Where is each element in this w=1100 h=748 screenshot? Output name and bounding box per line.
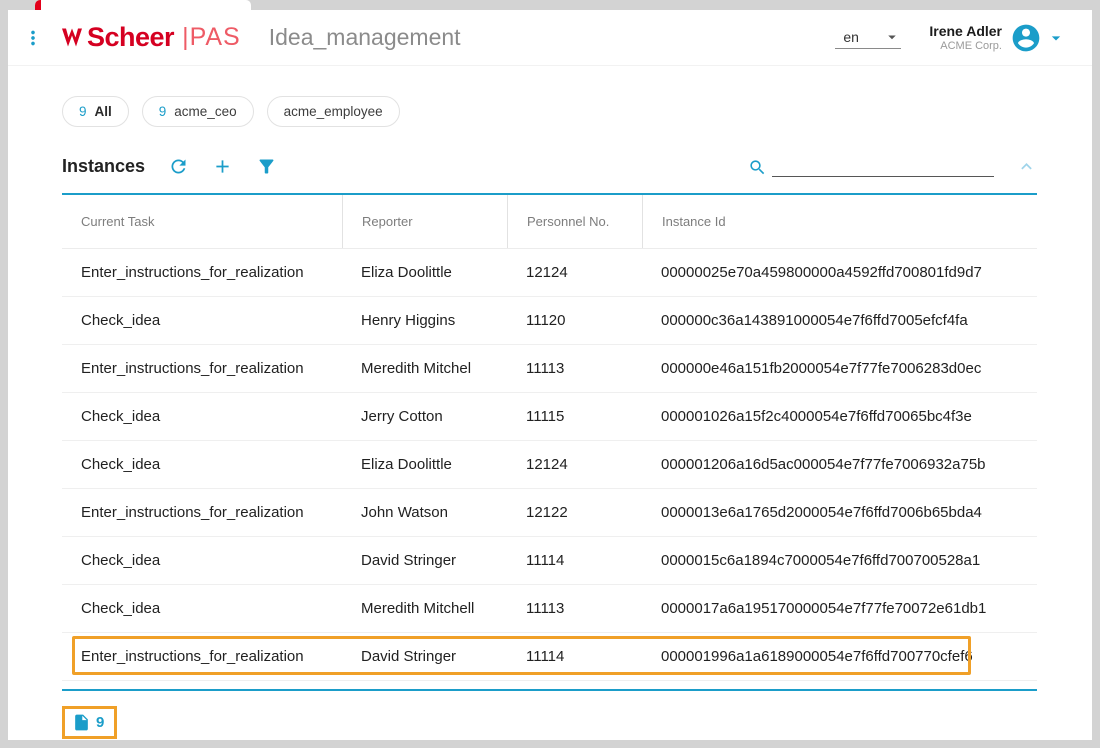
cell-instance-id: 0000015c6a1894c7000054e7f6ffd700700528a1	[642, 552, 1037, 569]
cell-instance-id: 000001026a15f2c4000054e7f6ffd70065bc4f3e	[642, 408, 1037, 425]
scheer-pas-logo: Scheer | PAS	[60, 22, 241, 53]
instance-count-box: 9	[62, 706, 117, 739]
chip-all-count: 9	[79, 104, 87, 119]
cell-instance-id: 000000e46a151fb2000054e7f77fe7006283d0ec	[642, 360, 1037, 377]
cell-current-task: Enter_instructions_for_realization	[62, 360, 342, 377]
cell-current-task: Check_idea	[62, 408, 342, 425]
cell-instance-id: 000001206a16d5ac000054e7f77fe7006932a75b	[642, 456, 1037, 473]
filter-chips: 9 All 9 acme_ceo acme_employee	[62, 96, 1037, 127]
cell-reporter: Meredith Mitchel	[342, 360, 507, 377]
cell-personnel-no: 11115	[507, 408, 642, 425]
cell-current-task: Check_idea	[62, 456, 342, 473]
add-instance-button[interactable]	[212, 156, 233, 177]
instances-toolbar: Instances	[62, 155, 1037, 177]
cell-current-task: Enter_instructions_for_realization	[62, 648, 342, 665]
table-row[interactable]: Enter_instructions_for_realization Eliza…	[62, 249, 1037, 297]
cell-current-task: Enter_instructions_for_realization	[62, 504, 342, 521]
table-row-highlighted[interactable]: Enter_instructions_for_realization David…	[62, 633, 1037, 681]
account-avatar-icon[interactable]	[1010, 22, 1042, 54]
cell-reporter: David Stringer	[342, 648, 507, 665]
cell-personnel-no: 12122	[507, 504, 642, 521]
cell-reporter: David Stringer	[342, 552, 507, 569]
column-header-instance-id[interactable]: Instance Id	[642, 195, 1037, 248]
table-row[interactable]: Check_idea David Stringer 11114 0000015c…	[62, 537, 1037, 585]
brand-separator: |	[182, 23, 189, 52]
browser-tab	[35, 0, 251, 10]
cell-reporter: Henry Higgins	[342, 312, 507, 329]
cell-reporter: Eliza Doolittle	[342, 456, 507, 473]
search-icon[interactable]	[748, 158, 767, 177]
column-header-current-task[interactable]: Current Task	[62, 195, 342, 248]
cell-current-task: Enter_instructions_for_realization	[62, 264, 342, 281]
user-organization: ACME Corp.	[929, 40, 1002, 53]
brand-suffix: PAS	[190, 23, 241, 52]
chip-acme-employee[interactable]: acme_employee	[267, 96, 400, 127]
cell-instance-id: 00000025e70a459800000a4592ffd700801fd9d7	[642, 264, 1037, 281]
section-title: Instances	[62, 156, 145, 177]
tab-accent-mark	[35, 0, 41, 10]
cell-current-task: Check_idea	[62, 600, 342, 617]
document-icon	[72, 713, 91, 732]
cell-instance-id: 0000013e6a1765d2000054e7f6ffd7006b65bda4	[642, 504, 1037, 521]
cell-reporter: Eliza Doolittle	[342, 264, 507, 281]
cell-reporter: Meredith Mitchell	[342, 600, 507, 617]
table-row[interactable]: Enter_instructions_for_realization Mered…	[62, 345, 1037, 393]
language-value: en	[843, 29, 859, 45]
table-row[interactable]: Enter_instructions_for_realization John …	[62, 489, 1037, 537]
table-row[interactable]: Check_idea Eliza Doolittle 12124 0000012…	[62, 441, 1037, 489]
refresh-button[interactable]	[168, 156, 189, 177]
chevron-up-icon	[1016, 156, 1037, 177]
refresh-icon	[168, 156, 189, 177]
chip-all[interactable]: 9 All	[62, 96, 129, 127]
cell-instance-id: 000000c36a143891000054e7f6ffd7005efcf4fa	[642, 312, 1037, 329]
page-title: Idea_management	[269, 24, 461, 51]
user-name: Irene Adler	[929, 23, 1002, 40]
cell-reporter: Jerry Cotton	[342, 408, 507, 425]
app-window: Scheer | PAS Idea_management en Irene Ad…	[8, 10, 1092, 740]
table-footer: 9	[62, 706, 1037, 739]
chip-acme-ceo[interactable]: 9 acme_ceo	[142, 96, 254, 127]
chip-all-label: All	[95, 104, 112, 119]
column-header-personnel-no[interactable]: Personnel No.	[507, 195, 642, 248]
language-select[interactable]: en	[835, 26, 901, 49]
user-info: Irene Adler ACME Corp.	[929, 23, 1002, 53]
cell-personnel-no: 11113	[507, 600, 642, 617]
search-input[interactable]	[772, 155, 994, 177]
table-bottom-divider	[62, 689, 1037, 691]
cell-personnel-no: 12124	[507, 264, 642, 281]
filter-button[interactable]	[256, 156, 277, 177]
cell-personnel-no: 11114	[507, 648, 642, 665]
chip-acme-ceo-label: acme_ceo	[174, 104, 236, 119]
cell-personnel-no: 12124	[507, 456, 642, 473]
table-row[interactable]: Check_idea Meredith Mitchell 11113 00000…	[62, 585, 1037, 633]
cell-personnel-no: 11120	[507, 312, 642, 329]
column-header-reporter[interactable]: Reporter	[342, 195, 507, 248]
table-row[interactable]: Check_idea Jerry Cotton 11115 000001026a…	[62, 393, 1037, 441]
user-menu-chevron-down-icon[interactable]	[1046, 28, 1066, 48]
search-area	[748, 155, 994, 177]
cell-personnel-no: 11113	[507, 360, 642, 377]
header-right: en Irene Adler ACME Corp.	[835, 22, 1066, 54]
kebab-menu-icon[interactable]	[22, 27, 44, 49]
app-header: Scheer | PAS Idea_management en Irene Ad…	[8, 10, 1092, 66]
table-row[interactable]: Check_idea Henry Higgins 11120 000000c36…	[62, 297, 1037, 345]
chip-acme-employee-label: acme_employee	[284, 104, 383, 119]
cell-instance-id: 000001996a1a6189000054e7f6ffd700770cfef6	[642, 648, 1037, 665]
plus-icon	[212, 156, 233, 177]
cell-instance-id: 0000017a6a195170000054e7f77fe70072e61db1	[642, 600, 1037, 617]
user-menu: Irene Adler ACME Corp.	[929, 22, 1066, 54]
chip-acme-ceo-count: 9	[159, 104, 167, 119]
collapse-panel-button[interactable]	[1016, 156, 1037, 177]
cell-reporter: John Watson	[342, 504, 507, 521]
funnel-icon	[256, 156, 277, 177]
instance-count: 9	[96, 714, 104, 731]
table-header-row: Current Task Reporter Personnel No. Inst…	[62, 195, 1037, 249]
scheer-logo-mark-icon	[60, 27, 84, 48]
chevron-down-icon	[883, 28, 901, 46]
cell-current-task: Check_idea	[62, 312, 342, 329]
cell-current-task: Check_idea	[62, 552, 342, 569]
cell-personnel-no: 11114	[507, 552, 642, 569]
brand-name: Scheer	[87, 22, 174, 53]
instances-table: Current Task Reporter Personnel No. Inst…	[62, 193, 1037, 691]
